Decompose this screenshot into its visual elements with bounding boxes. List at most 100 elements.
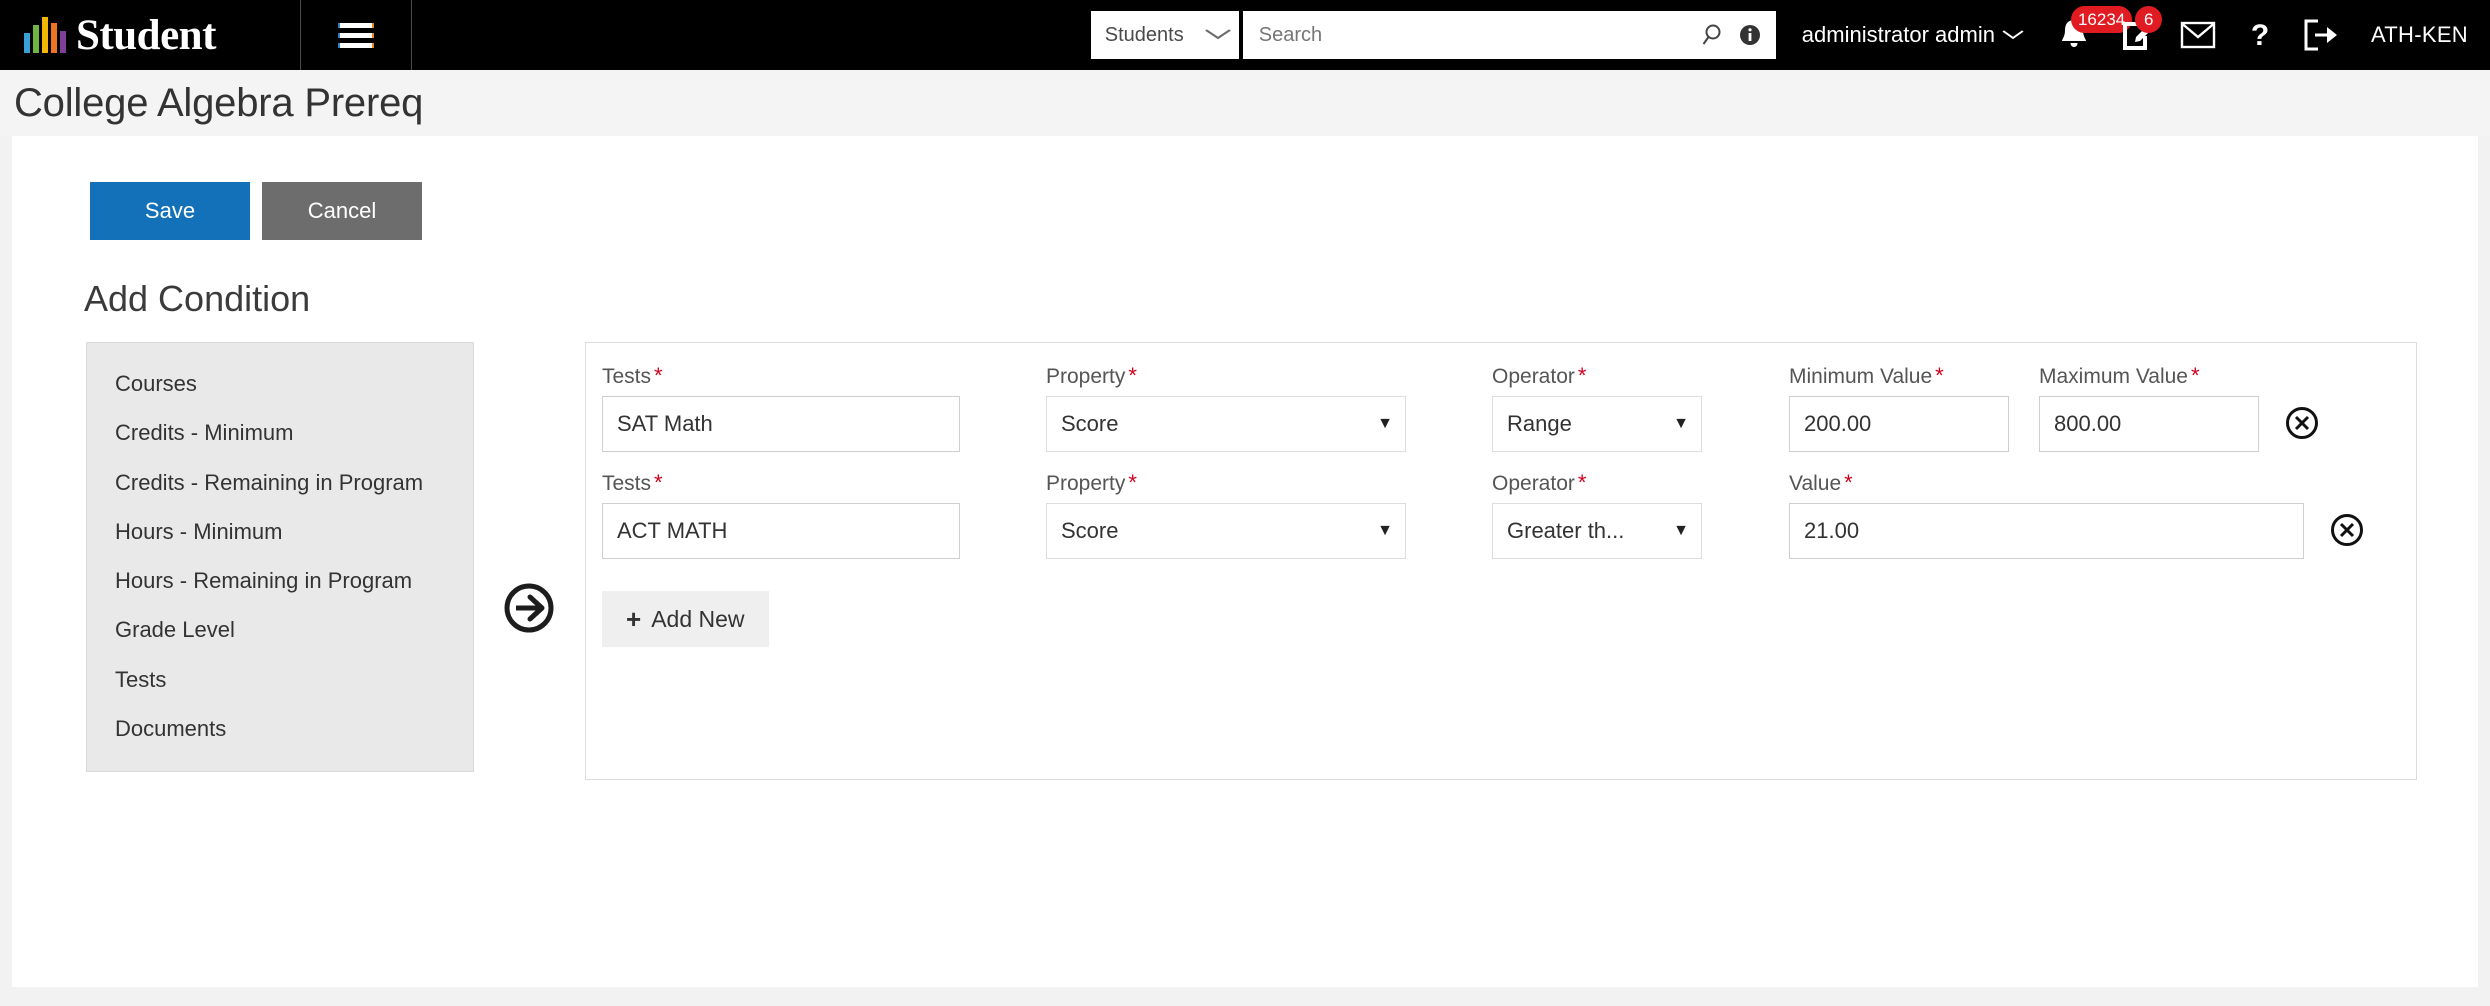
row1-operator-select[interactable]: Range ▼	[1492, 396, 1702, 452]
global-search-group: Students	[1091, 11, 1776, 59]
nav-right-group: administrator admin 16234 6	[1802, 0, 2490, 70]
add-new-label: Add New	[651, 606, 744, 633]
info-icon[interactable]	[1738, 23, 1762, 47]
envelope-icon	[2180, 20, 2216, 50]
hamburger-icon	[338, 18, 374, 53]
row2-operator-label: Operator*	[1492, 472, 1702, 494]
row2-value-input[interactable]: 21.00	[1789, 503, 2304, 559]
search-scope-value: Students	[1105, 24, 1184, 47]
brand-logo[interactable]: Student	[0, 0, 300, 70]
chevron-down-icon: ▼	[1377, 523, 1393, 539]
nav-divider-right	[411, 0, 412, 70]
notifications-button[interactable]: 16234	[2043, 0, 2105, 70]
row1-property-select[interactable]: Score ▼	[1046, 396, 1406, 452]
row1-property-field: Property* Score ▼	[1046, 365, 1406, 452]
row1-maximum-value-label: Maximum Value*	[2039, 365, 2259, 387]
row2-operator-select[interactable]: Greater th... ▼	[1492, 503, 1702, 559]
chart-bars-icon	[24, 17, 66, 53]
required-asterisk: *	[1128, 363, 1137, 388]
chevron-down-icon: ▼	[1377, 416, 1393, 432]
row1-tests-input[interactable]: SAT Math	[602, 396, 960, 452]
brand-name: Student	[76, 14, 216, 57]
page-title-bar: College Algebra Prereq	[0, 70, 2490, 136]
chevron-down-glyph	[1204, 29, 1231, 40]
row1-tests-label: Tests*	[602, 365, 960, 387]
row1-minimum-value-input[interactable]: 200.00	[1789, 396, 2009, 452]
chevron-down-icon	[2002, 27, 2024, 43]
row1-maximum-value-input[interactable]: 800.00	[2039, 396, 2259, 452]
search-icon[interactable]	[1702, 22, 1728, 48]
messages-button[interactable]	[2167, 0, 2229, 70]
action-button-row: Save Cancel	[12, 182, 2478, 240]
add-new-button[interactable]: + Add New	[602, 591, 769, 647]
logout-button[interactable]	[2291, 0, 2353, 70]
condition-row-1: Tests* SAT Math Property* Score ▼ Oper	[602, 365, 2390, 452]
main-content-area: Save Cancel Add Condition Courses Credit…	[12, 136, 2478, 987]
cancel-button[interactable]: Cancel	[262, 182, 422, 240]
row2-tests-input[interactable]: ACT MATH	[602, 503, 960, 559]
condition-type-hours-minimum[interactable]: Hours - Minimum	[87, 507, 473, 556]
row1-tests-field: Tests* SAT Math	[602, 365, 960, 452]
row1-minimum-value-label-text: Minimum Value	[1789, 365, 1932, 388]
page-title: College Algebra Prereq	[14, 81, 423, 126]
row1-property-label: Property*	[1046, 365, 1406, 387]
condition-type-documents[interactable]: Documents	[87, 704, 473, 753]
tasks-button[interactable]: 6	[2105, 0, 2167, 70]
plus-icon: +	[626, 606, 641, 632]
row2-property-field: Property* Score ▼	[1046, 472, 1406, 559]
save-button[interactable]: Save	[90, 182, 250, 240]
row2-property-value: Score	[1061, 518, 1118, 544]
row2-property-label-text: Property	[1046, 472, 1125, 495]
row1-operator-label: Operator*	[1492, 365, 1702, 387]
arrow-right-circle-glyph	[503, 582, 555, 634]
condition-row-2: Tests* ACT MATH Property* Score ▼ Oper	[602, 472, 2390, 559]
condition-type-credits-remaining[interactable]: Credits - Remaining in Program	[87, 458, 473, 507]
top-navigation-bar: Student Students	[0, 0, 2490, 70]
close-circle-icon	[2284, 405, 2320, 441]
arrow-right-circle-icon[interactable]	[503, 582, 555, 639]
condition-type-tests[interactable]: Tests	[87, 655, 473, 704]
required-asterisk: *	[1128, 470, 1137, 495]
section-heading: Add Condition	[12, 278, 2478, 320]
transfer-arrow-column	[474, 342, 585, 639]
condition-type-hours-remaining[interactable]: Hours - Remaining in Program	[87, 556, 473, 605]
svg-text:?: ?	[2251, 19, 2269, 52]
search-input[interactable]	[1259, 24, 1702, 47]
site-code-label: ATH-KEN	[2371, 22, 2468, 48]
row1-maximum-value-field: Maximum Value* 800.00	[2039, 365, 2259, 452]
conditions-card: Tests* SAT Math Property* Score ▼ Oper	[585, 342, 2417, 780]
required-asterisk: *	[2191, 363, 2200, 388]
row2-value-label: Value*	[1789, 472, 2304, 494]
row2-tests-field: Tests* ACT MATH	[602, 472, 960, 559]
row2-property-label: Property*	[1046, 472, 1406, 494]
global-search-box	[1243, 11, 1776, 59]
user-name-label: administrator admin	[1802, 22, 1995, 48]
row2-value-label-text: Value	[1789, 472, 1841, 495]
chevron-down-icon	[1204, 28, 1231, 42]
condition-type-credits-minimum[interactable]: Credits - Minimum	[87, 408, 473, 457]
row1-property-label-text: Property	[1046, 365, 1125, 388]
row1-delete-button[interactable]	[2259, 395, 2345, 451]
condition-builder: Courses Credits - Minimum Credits - Rema…	[12, 342, 2478, 780]
search-scope-select[interactable]: Students	[1091, 11, 1239, 59]
row2-operator-label-text: Operator	[1492, 472, 1575, 495]
row2-property-select[interactable]: Score ▼	[1046, 503, 1406, 559]
help-button[interactable]: ?	[2229, 0, 2291, 70]
condition-type-grade-level[interactable]: Grade Level	[87, 605, 473, 654]
row2-value-field: Value* 21.00	[1789, 472, 2304, 559]
row1-tests-label-text: Tests	[602, 365, 651, 388]
required-asterisk: *	[1844, 470, 1853, 495]
row1-maximum-value-label-text: Maximum Value	[2039, 365, 2188, 388]
row2-operator-value: Greater th...	[1507, 518, 1624, 544]
row2-operator-field: Operator* Greater th... ▼	[1492, 472, 1702, 559]
required-asterisk: *	[1578, 470, 1587, 495]
question-mark-icon: ?	[2247, 18, 2273, 52]
row2-tests-label-text: Tests	[602, 472, 651, 495]
required-asterisk: *	[654, 470, 663, 495]
row2-delete-button[interactable]	[2304, 502, 2390, 558]
user-menu-button[interactable]: administrator admin	[1802, 22, 2021, 48]
menu-toggle-button[interactable]	[301, 0, 411, 70]
info-circle-glyph	[1738, 23, 1762, 47]
sign-out-icon	[2303, 19, 2341, 51]
condition-type-courses[interactable]: Courses	[87, 359, 473, 408]
